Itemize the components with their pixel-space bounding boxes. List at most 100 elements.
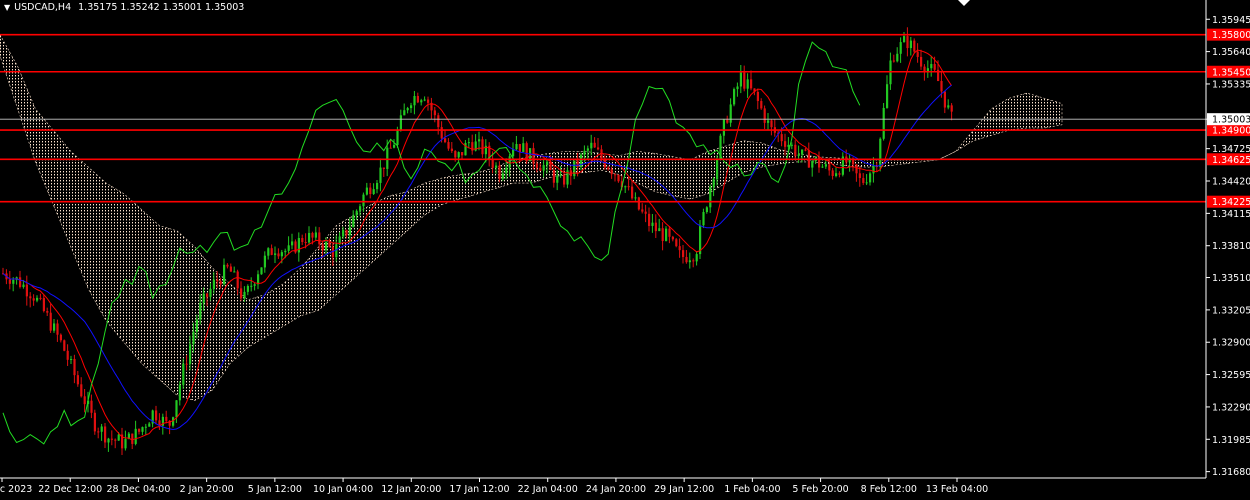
candle-body [359, 206, 362, 211]
candle-body [627, 186, 630, 188]
candle-body [287, 245, 290, 251]
candle-body [903, 36, 906, 43]
candle-body [542, 165, 545, 171]
candle-body [892, 60, 895, 62]
candle-body [491, 158, 494, 168]
chart-header: ▼ USDCAD,H4 1.35175 1.35242 1.35001 1.35… [4, 2, 244, 13]
candle-body [420, 100, 423, 103]
candle-body [114, 439, 117, 441]
candle-body [66, 350, 69, 360]
candle-body [770, 120, 773, 128]
candle-body [209, 288, 212, 297]
candle-body [811, 161, 814, 168]
candle-body [365, 187, 368, 195]
candle-body [328, 242, 331, 247]
candle-body [495, 165, 498, 168]
candle-body [906, 36, 909, 49]
time-tick-label: 10 Jan 04:00 [313, 484, 373, 495]
candle-body [709, 187, 712, 208]
candle-body [223, 264, 226, 285]
candle-body [716, 158, 719, 180]
candle-body [532, 148, 535, 164]
candle-body [270, 248, 273, 255]
candle-body [325, 242, 328, 251]
candle-body [263, 255, 266, 268]
candle-body [355, 210, 358, 216]
candle-body [182, 363, 185, 385]
candle-body [559, 174, 562, 176]
chart-shift-marker-icon[interactable] [958, 0, 970, 6]
candle-body [586, 148, 589, 151]
candle-body [267, 248, 270, 256]
candle-body [668, 228, 671, 237]
time-tick-label: 13 Feb 04:00 [926, 484, 988, 495]
candle-body [253, 284, 256, 286]
candle-body [206, 293, 209, 297]
candle-body [641, 209, 644, 212]
candle-body [733, 89, 736, 105]
candle-body [423, 99, 426, 101]
dropdown-triangle-icon[interactable]: ▼ [4, 3, 10, 12]
candle-body [756, 91, 759, 102]
candle-body [804, 149, 807, 151]
candle-body [722, 119, 725, 136]
candle-body [212, 279, 215, 289]
candle-body [729, 104, 732, 123]
candle-body [318, 232, 321, 245]
chart-canvas[interactable]: 1.359451.356401.353351.347251.344201.341… [0, 0, 1250, 500]
candle-body [25, 284, 28, 297]
candle-body [855, 164, 858, 174]
candle-body [280, 252, 283, 257]
candle-body [913, 40, 916, 52]
candle-body [862, 178, 865, 183]
candle-body [73, 358, 76, 376]
candle-body [685, 257, 688, 263]
candle-body [321, 244, 324, 251]
candle-body [178, 384, 181, 401]
candle-body [593, 142, 596, 148]
candle-body [671, 236, 674, 240]
candle-body [695, 254, 698, 262]
current-price-label: 1.35003 [1212, 115, 1250, 126]
candle-body [688, 260, 691, 263]
time-tick-label: 2 Jan 20:00 [180, 484, 234, 495]
price-tick-label: 1.33810 [1212, 241, 1250, 252]
price-tick-label: 1.34420 [1212, 177, 1250, 188]
candle-body [107, 438, 110, 443]
candle-body [821, 166, 824, 168]
candle-body [515, 144, 518, 150]
candle-body [739, 72, 742, 87]
candle-body [790, 144, 793, 146]
time-tick-label: 17 Jan 12:00 [449, 484, 509, 495]
candle-body [226, 264, 229, 267]
level-price-label: 1.35450 [1212, 67, 1250, 78]
candle-body [886, 84, 889, 108]
candle-body [192, 331, 195, 345]
candle-body [610, 169, 613, 175]
candle-body [382, 167, 385, 169]
candle-body [246, 285, 249, 292]
candle-body [535, 163, 538, 168]
candle-body [19, 277, 22, 287]
candle-body [314, 232, 317, 238]
candle-body [760, 101, 763, 109]
candle-body [83, 396, 86, 405]
candle-body [403, 110, 406, 116]
candle-body [104, 426, 107, 443]
candle-body [277, 253, 280, 257]
candle-body [546, 161, 549, 166]
candle-body [461, 152, 464, 156]
candle-body [467, 142, 470, 144]
symbol-timeframe: USDCAD,H4 [14, 2, 72, 13]
candle-body [165, 416, 168, 421]
candle-body [229, 266, 232, 272]
candle-body [260, 267, 263, 275]
candle-body [437, 115, 440, 128]
candle-body [882, 107, 885, 139]
candle-body [32, 298, 35, 301]
time-tick-label: 22 Dec 12:00 [38, 484, 102, 495]
price-tick-label: 1.32900 [1212, 338, 1250, 349]
price-tick-label: 1.35335 [1212, 79, 1250, 90]
candle-body [189, 344, 192, 364]
candle-body [308, 232, 311, 243]
